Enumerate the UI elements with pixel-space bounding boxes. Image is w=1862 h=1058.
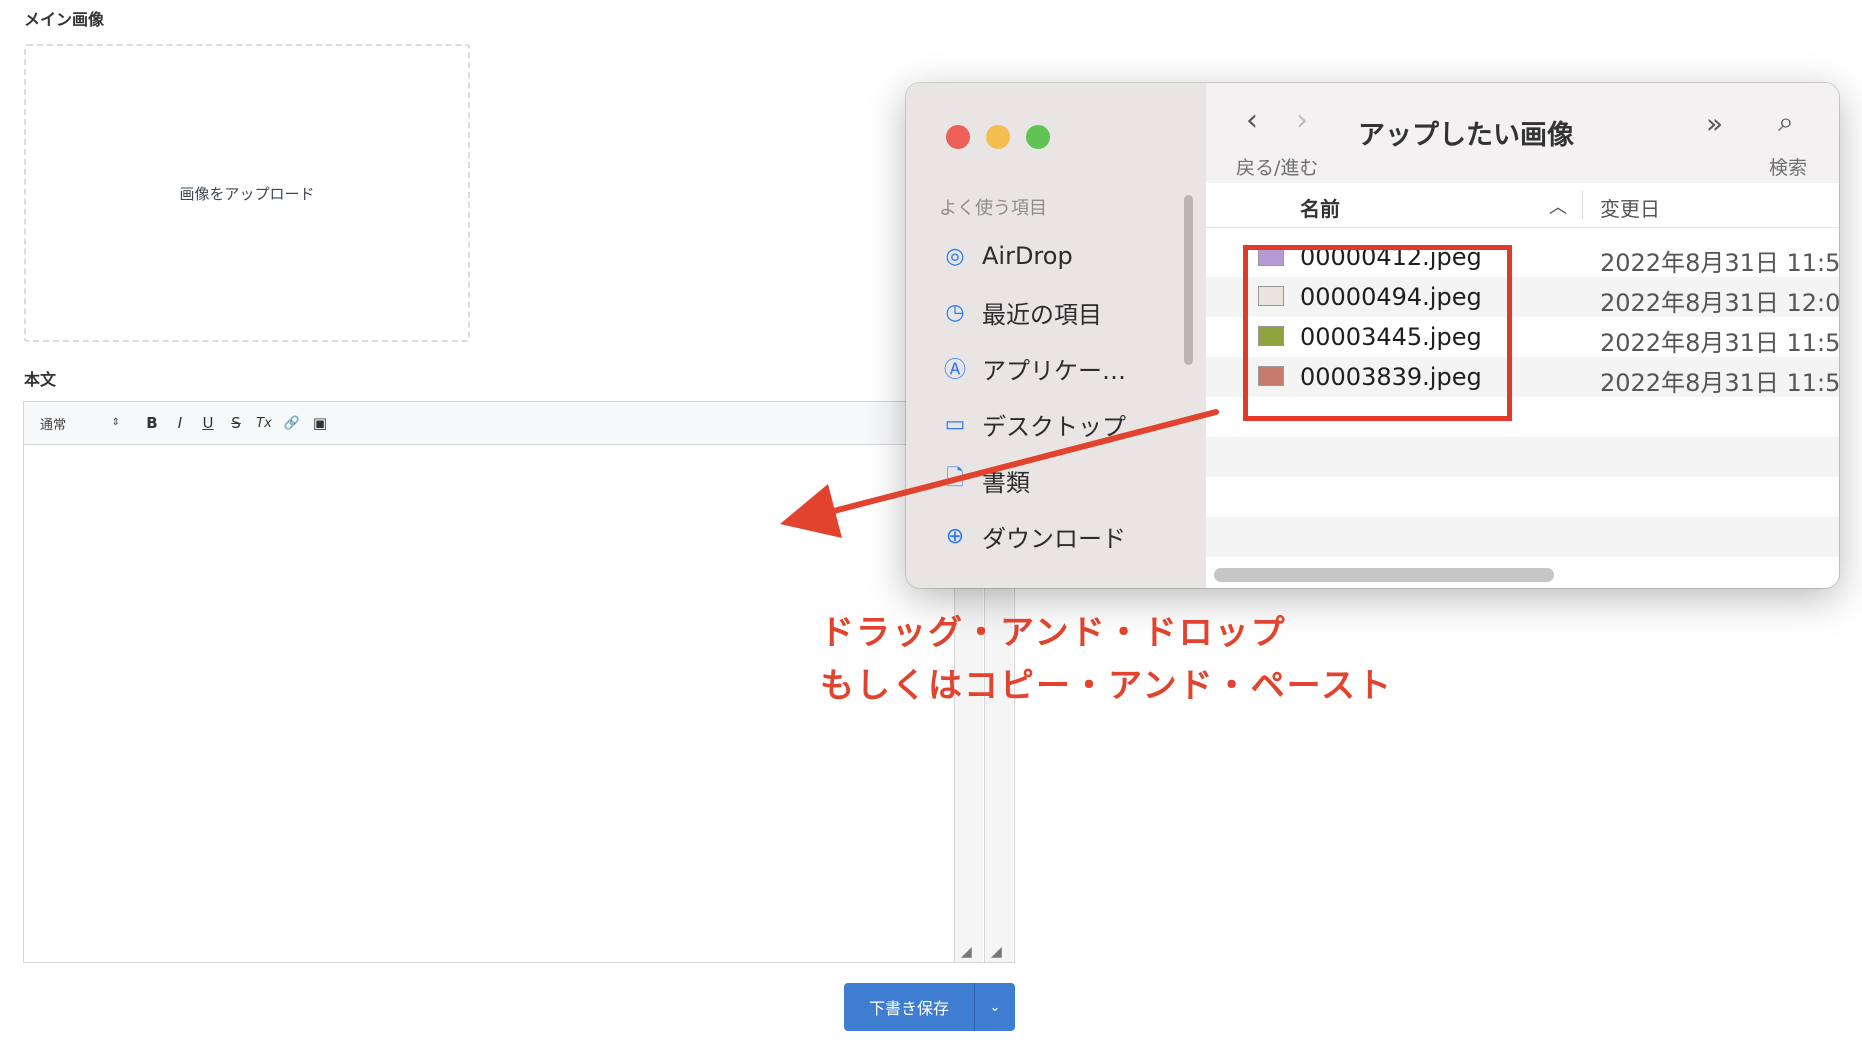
drag-arrow [780, 409, 1219, 538]
drag-arrow-head [780, 484, 842, 538]
annotation-line-1: ドラッグ・アンド・ドロップ [820, 613, 1287, 653]
annotation-line-2: もしくはコピー・アンド・ペースト [820, 666, 1393, 706]
drag-arrow-line [827, 409, 1219, 515]
